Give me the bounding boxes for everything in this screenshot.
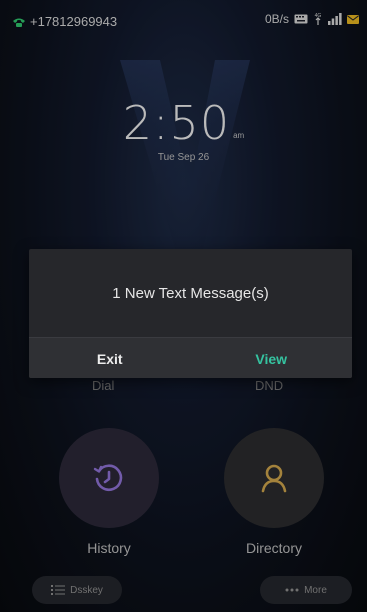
view-button[interactable]: View — [191, 338, 353, 378]
exit-button[interactable]: Exit — [29, 338, 191, 378]
new-message-dialog: 1 New Text Message(s) Exit View — [29, 249, 352, 378]
dialog-message: 1 New Text Message(s) — [112, 284, 269, 302]
dialog-actions: Exit View — [29, 337, 352, 378]
phone-screen: +17812969943 0B/s 4G 2:50 am Tue Sep 26 … — [0, 0, 367, 612]
